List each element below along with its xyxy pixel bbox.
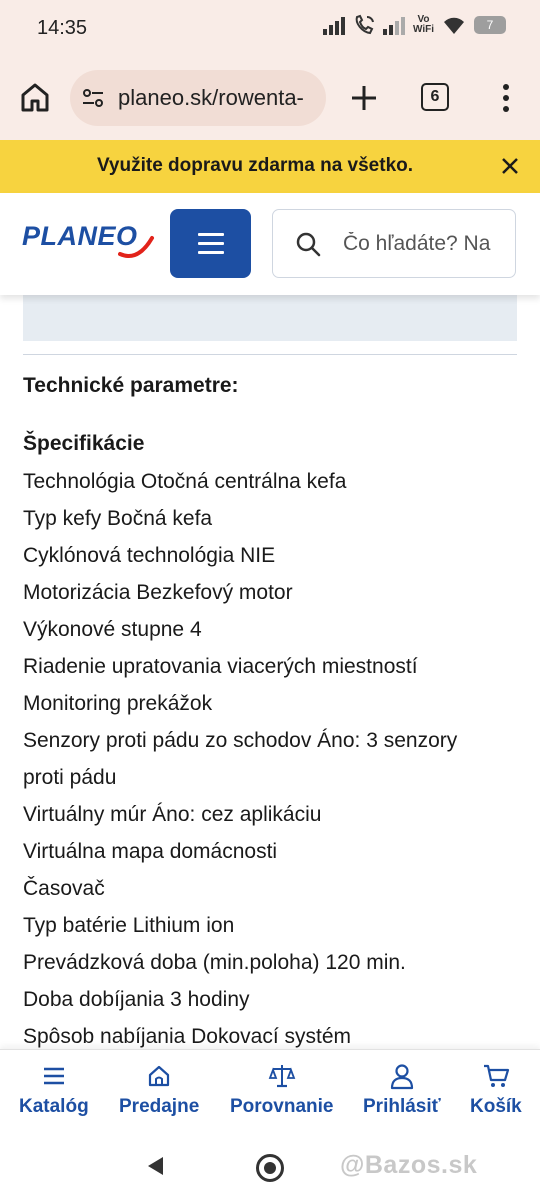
spec-item: Riadenie upratovania viacerých miestnost… bbox=[23, 655, 418, 678]
spec-item: Výkonové stupne 4 bbox=[23, 618, 202, 641]
spec-item: Typ batérie Lithium ion bbox=[23, 914, 235, 937]
spec-item: Prevádzková doba (min.poloha) 120 min. bbox=[23, 951, 406, 974]
bottom-navigation: Katalóg Predajne Porovnanie Prihlásiť Ko… bbox=[0, 1049, 540, 1133]
nav-predajne[interactable]: Predajne bbox=[119, 1062, 199, 1118]
menu-icon bbox=[43, 1067, 64, 1085]
user-icon bbox=[390, 1064, 413, 1090]
nav-kosik[interactable]: Košík bbox=[470, 1062, 522, 1118]
bazos-watermark: @Bazos.sk bbox=[340, 1151, 478, 1179]
spec-list: Technológia Otočná centrálna kefa Typ ke… bbox=[23, 463, 517, 1055]
vowifi-bottom: WiFi bbox=[412, 24, 434, 35]
specs-heading: Špecifikácie bbox=[23, 432, 145, 455]
nav-porovnanie[interactable]: Porovnanie bbox=[230, 1062, 333, 1118]
tech-params-heading: Technické parametre: bbox=[23, 374, 239, 397]
nav-prihlasit[interactable]: Prihlásiť bbox=[363, 1062, 441, 1118]
content-placeholder-box bbox=[23, 295, 517, 341]
close-icon[interactable] bbox=[499, 155, 521, 177]
search-box[interactable] bbox=[272, 209, 516, 278]
status-icons: Vo WiFi 7 bbox=[322, 14, 506, 36]
divider bbox=[23, 354, 517, 355]
new-tab-icon[interactable] bbox=[348, 82, 380, 114]
store-icon bbox=[149, 1065, 170, 1087]
more-menu-icon[interactable] bbox=[496, 80, 516, 116]
battery-icon: 7 bbox=[474, 16, 506, 34]
spec-item: Virtuálna mapa domácnosti bbox=[23, 840, 278, 863]
spec-item: Cyklónová technológia NIE bbox=[23, 544, 276, 567]
site-settings-icon[interactable] bbox=[80, 85, 106, 111]
hamburger-menu-button[interactable] bbox=[170, 209, 251, 278]
wifi-icon bbox=[444, 17, 464, 34]
search-icon[interactable] bbox=[295, 231, 321, 257]
spec-item: Monitoring prekážok bbox=[23, 692, 213, 715]
home-icon[interactable] bbox=[18, 80, 52, 114]
battery-level: 7 bbox=[486, 18, 494, 32]
back-icon[interactable] bbox=[145, 1155, 165, 1177]
spec-item: proti pádu bbox=[23, 766, 117, 789]
address-bar[interactable]: planeo.sk/rowenta- bbox=[70, 70, 326, 126]
scale-icon bbox=[268, 1065, 296, 1088]
spec-item: Senzory proti pádu zo schodov Áno: 3 sen… bbox=[23, 729, 458, 752]
nav-label: Katalóg bbox=[19, 1096, 89, 1117]
status-bar: 14:35 Vo WiFi 7 bbox=[0, 0, 540, 56]
spec-item: Motorizácia Bezkefový motor bbox=[23, 581, 293, 604]
promo-text: Využite dopravu zdarma na všetko. bbox=[96, 155, 414, 176]
tab-switcher-button[interactable]: 6 bbox=[421, 83, 449, 111]
site-header: PLANEO bbox=[0, 193, 540, 295]
spec-item: Virtuálny múr Áno: cez aplikáciu bbox=[23, 803, 322, 826]
nav-label: Košík bbox=[470, 1096, 522, 1117]
nav-label: Prihlásiť bbox=[363, 1096, 441, 1117]
url-text[interactable]: planeo.sk/rowenta- bbox=[118, 85, 304, 111]
status-time: 14:35 bbox=[37, 17, 88, 39]
promo-banner: Využite dopravu zdarma na všetko. bbox=[0, 140, 540, 193]
spec-item: Technológia Otočná centrálna kefa bbox=[23, 470, 347, 493]
signal-icon bbox=[322, 15, 345, 35]
nav-label: Predajne bbox=[119, 1096, 200, 1117]
vowifi-indicator: Vo WiFi bbox=[413, 15, 434, 35]
wifi-call-icon bbox=[355, 14, 374, 35]
spec-item: Časovač bbox=[23, 877, 105, 900]
spec-item: Doba dobíjania 3 hodiny bbox=[23, 988, 250, 1011]
search-input[interactable] bbox=[343, 231, 503, 256]
browser-toolbar: planeo.sk/rowenta- 6 bbox=[0, 56, 540, 140]
logo-swoosh-icon bbox=[118, 236, 154, 258]
cart-icon bbox=[483, 1064, 509, 1087]
nav-katalog[interactable]: Katalóg bbox=[19, 1062, 89, 1118]
nav-label: Porovnanie bbox=[230, 1096, 334, 1117]
spec-item: Typ kefy Bočná kefa bbox=[23, 507, 213, 530]
signal-icon-2 bbox=[382, 15, 405, 35]
system-navigation-bar: @Bazos.sk bbox=[0, 1133, 540, 1200]
system-home-icon[interactable] bbox=[256, 1154, 284, 1182]
